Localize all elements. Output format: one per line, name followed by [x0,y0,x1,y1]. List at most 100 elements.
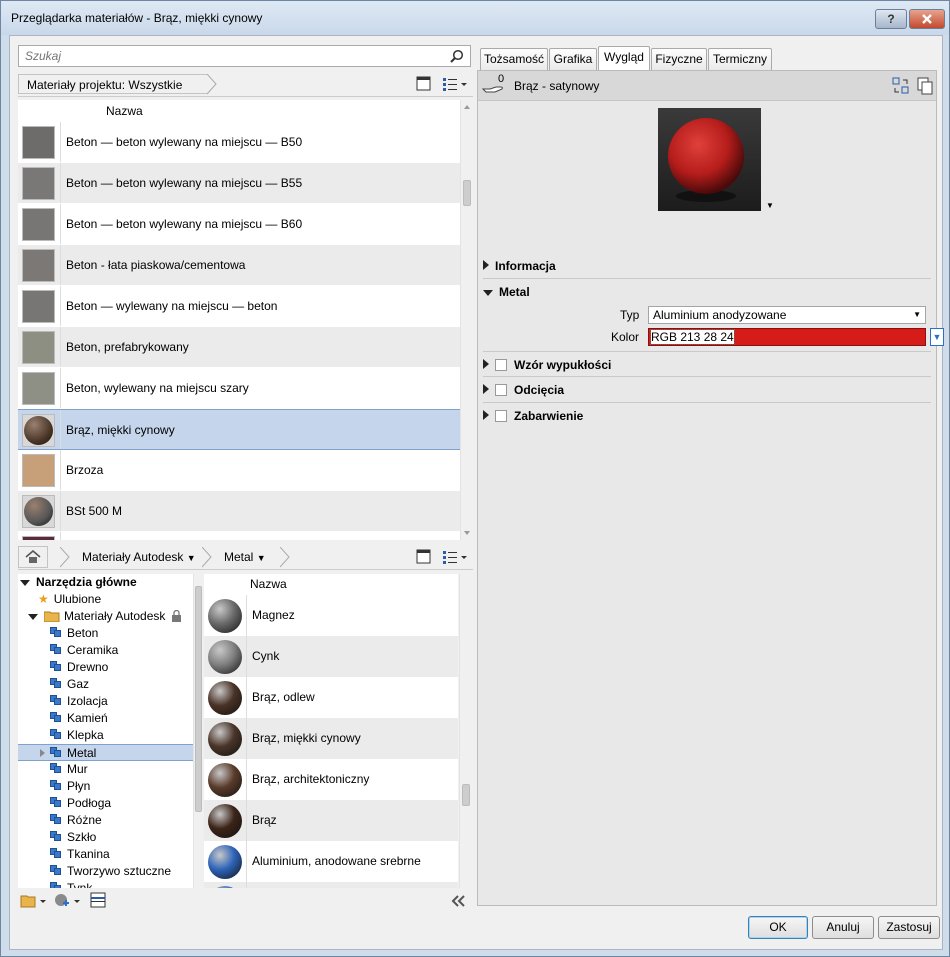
expand-icon[interactable] [483,384,489,394]
tree-item-category[interactable]: Tynk [50,880,92,888]
tree-item-category[interactable]: Klepka [50,727,104,744]
tab-identity[interactable]: Tożsamość [480,48,548,71]
duplicate-asset-icon[interactable] [916,77,934,95]
tree-item-category[interactable]: Beton [50,625,98,642]
color-options-button[interactable]: ▼ [930,328,944,346]
tree-item-category[interactable]: Tkanina [50,846,110,863]
crumb-autodesk-materials[interactable]: Materiały Autodesk ▼ [74,547,196,567]
editor-toggle-icon[interactable] [90,892,106,908]
tree-item-favorites[interactable]: ★ Ulubione [38,591,101,608]
color-field[interactable]: RGB 213 28 24 [648,328,926,346]
list-item[interactable]: Cynk [204,636,458,677]
collapse-icon[interactable] [483,290,493,296]
list-header-name[interactable]: Nazwa [18,100,460,122]
tree-root-node[interactable]: Narzędzia główne [18,574,137,591]
search-box[interactable] [18,45,471,67]
list-item[interactable]: Brąz, miękki cynowy [204,718,458,759]
list-item[interactable]: Brąz, miękki cynowy [18,409,460,450]
list-item[interactable]: Beton — beton wylewany na miejscu — B55 [18,163,460,204]
list-item[interactable]: Aluminium, anodowane srebrne [204,841,458,882]
panel-toggle-icon[interactable] [416,76,431,91]
replace-asset-icon[interactable] [892,77,910,95]
tree-item-category[interactable]: Mur [50,761,88,778]
tree-item-category[interactable]: Płyn [50,778,90,795]
collapse-left-icon[interactable] [450,894,466,908]
expand-icon[interactable] [483,410,489,420]
expand-icon[interactable] [483,260,489,270]
bump-checkbox[interactable] [495,359,507,371]
scroll-thumb[interactable] [463,180,471,206]
section-bump[interactable]: Wzór wypukłości [483,351,931,377]
list-item[interactable]: Cegła, wątek pionowy [18,532,460,540]
tree-item-category[interactable]: Szkło [50,829,96,846]
tree-item-category[interactable]: Metal [18,744,193,761]
close-button[interactable] [909,9,945,29]
project-list-scrollbar[interactable] [460,100,473,540]
view-options-icon[interactable] [442,549,468,564]
ok-button[interactable]: OK [748,916,808,939]
tab-graphics[interactable]: Grafika [549,48,597,71]
material-preview-swatch[interactable] [658,108,761,211]
expand-icon[interactable] [40,749,45,757]
preview-options-icon[interactable]: ▼ [766,201,774,210]
scroll-up-icon[interactable] [461,102,473,112]
expand-icon[interactable] [483,359,489,369]
tint-checkbox[interactable] [495,410,507,422]
tree-item-category[interactable]: Ceramika [50,642,118,659]
list-item[interactable]: Beton — beton wylewany na miejscu — B60 [18,204,460,245]
tree-scrollbar[interactable] [193,574,203,888]
color-label: Kolor [611,330,640,344]
section-information[interactable]: Informacja [483,253,931,279]
list-item[interactable]: Beton — wylewany na miejscu — beton [18,286,460,327]
list-item[interactable]: Brąz [204,800,458,841]
scroll-thumb[interactable] [462,784,470,806]
tab-physical[interactable]: Fizyczne [651,48,707,71]
list-item[interactable]: Brąz, odlew [204,677,458,718]
list-item[interactable]: Brzoza [18,450,460,491]
tree-item-label: Płyn [67,779,91,793]
project-filter-dropdown[interactable]: Materiały projektu: Wszystkie [18,74,208,94]
type-select[interactable]: Aluminium anodyzowane ▼ [648,306,926,324]
collapse-icon[interactable] [28,614,38,620]
tree-item-category[interactable]: Izolacja [50,693,108,710]
search-icon[interactable] [450,49,464,63]
tree-item-category[interactable]: Podłoga [50,795,111,812]
material-sphere-thumbnail [208,804,242,838]
section-cutouts[interactable]: Odcięcia [483,377,931,403]
library-list-scrollbar[interactable] [459,574,473,888]
scroll-down-icon[interactable] [461,528,473,538]
list-item[interactable]: Brąz, architektoniczny [204,759,458,800]
list-item[interactable]: Beton, prefabrykowany [18,327,460,368]
list-header-name[interactable]: Nazwa [204,574,458,595]
tab-appearance[interactable]: Wygląd [598,46,650,72]
material-browser-window: Przeglądarka materiałów - Brąz, miękki c… [0,0,950,957]
tree-item-category[interactable]: Kamień [50,710,108,727]
tree-item-autodesk-materials[interactable]: Materiały Autodesk [28,608,182,625]
library-manage-icon[interactable] [20,892,48,908]
apply-button[interactable]: Zastosuj [878,916,940,939]
list-item[interactable]: Beton, wylewany na miejscu szary [18,368,460,409]
cutouts-checkbox[interactable] [495,384,507,396]
cancel-button[interactable]: Anuluj [812,916,874,939]
panel-toggle-icon[interactable] [416,549,431,564]
create-material-icon[interactable] [54,892,82,908]
list-item[interactable]: Beton — beton wylewany na miejscu — B50 [18,122,460,163]
view-options-icon[interactable] [442,76,468,91]
tree-item-category[interactable]: Drewno [50,659,108,676]
home-button[interactable] [18,546,48,568]
list-item[interactable]: BSt 500 M [18,491,460,532]
category-icon [50,747,62,758]
section-tint[interactable]: Zabarwienie [483,403,931,429]
scroll-thumb[interactable] [195,586,202,812]
tree-item-category[interactable]: Gaz [50,676,89,693]
help-button[interactable]: ? [875,9,907,29]
list-item[interactable]: Magnez [204,595,458,636]
section-metal[interactable]: Metal [483,279,931,305]
search-input[interactable] [19,46,439,66]
tree-item-category[interactable]: Różne [50,812,102,829]
crumb-metal[interactable]: Metal ▼ [216,547,266,567]
list-item[interactable]: Beton - łata piaskowa/cementowa [18,245,460,286]
collapse-icon[interactable] [20,580,30,586]
tree-item-category[interactable]: Tworzywo sztuczne [50,863,171,880]
tab-thermal[interactable]: Termiczny [708,48,772,71]
